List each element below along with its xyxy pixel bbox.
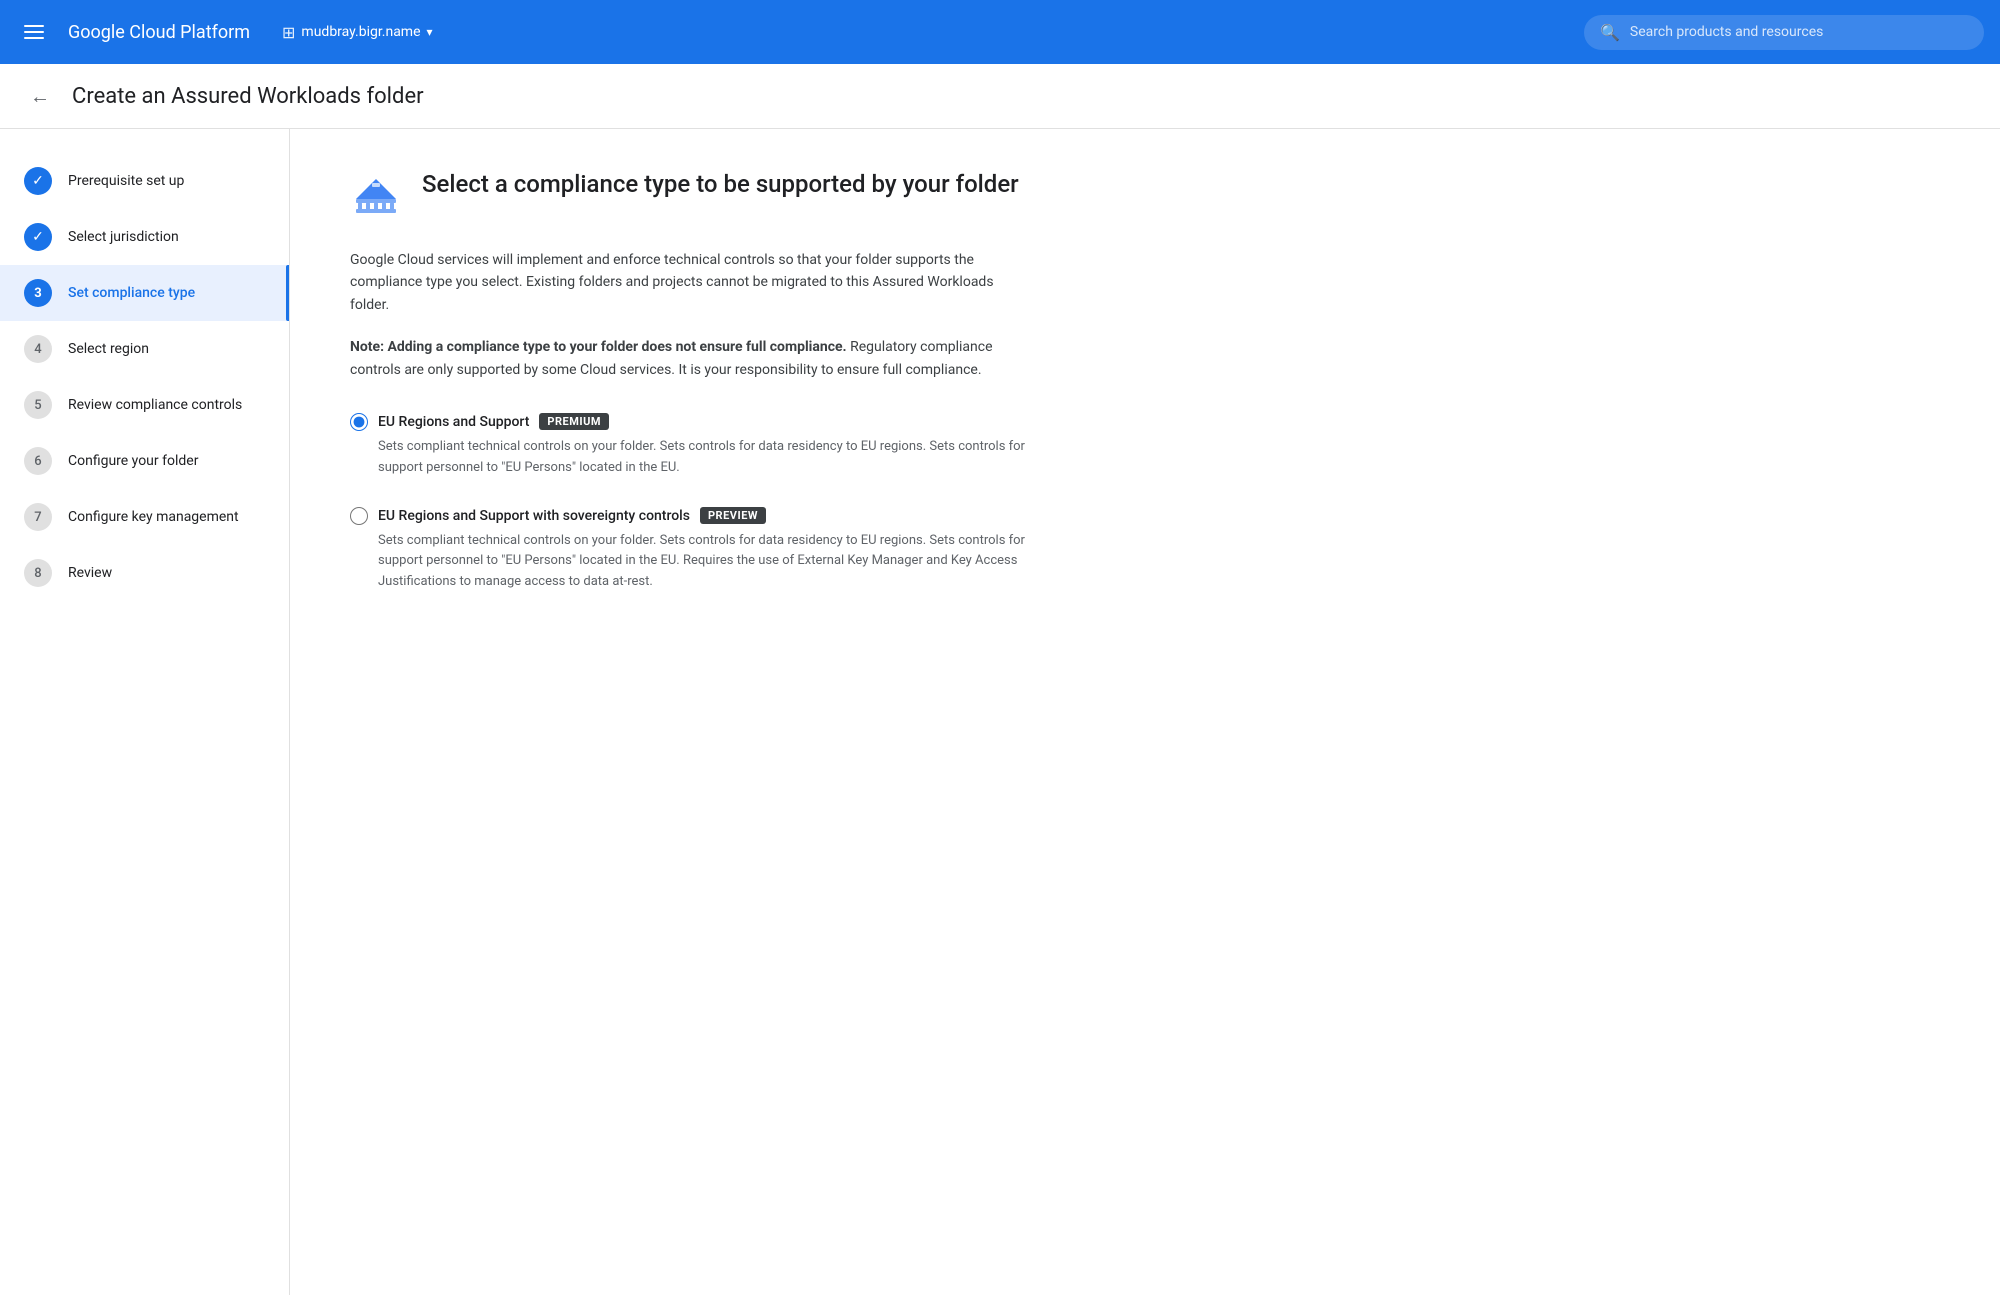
premium-badge: PREMIUM (539, 413, 609, 430)
step-6-circle: 6 (24, 447, 52, 475)
content-section-title: Select a compliance type to be supported… (422, 169, 1019, 200)
sidebar-item-label: Review (68, 565, 112, 581)
sidebar-item-label: Select region (68, 341, 149, 357)
sidebar-item-label: Configure key management (68, 509, 239, 525)
project-selector[interactable]: ⊞ mudbray.bigr.name ▾ (274, 19, 441, 46)
back-button[interactable]: ← (24, 80, 56, 112)
sidebar-item-label: Set compliance type (68, 285, 195, 301)
radio-label-row-2: EU Regions and Support with sovereignty … (350, 507, 1070, 525)
chevron-down-icon: ▾ (427, 25, 433, 39)
step-8-circle: 8 (24, 559, 52, 587)
radio-option-eu-sovereignty: EU Regions and Support with sovereignty … (350, 507, 1070, 593)
radio-label-eu-sovereignty[interactable]: EU Regions and Support with sovereignty … (378, 508, 690, 524)
radio-eu-regions-support[interactable] (350, 413, 368, 431)
radio-label-eu-regions-support[interactable]: EU Regions and Support (378, 414, 529, 430)
step-number: 3 (34, 286, 41, 301)
bank-building-icon (350, 169, 402, 221)
radio-description-eu-regions-support: Sets compliant technical controls on you… (350, 437, 1030, 479)
search-bar[interactable]: 🔍 Search products and resources (1584, 15, 1984, 50)
sidebar-item-configure-key[interactable]: 7 Configure key management (0, 489, 289, 545)
radio-label-row-1: EU Regions and Support PREMIUM (350, 413, 1070, 431)
radio-description-eu-sovereignty: Sets compliant technical controls on you… (350, 531, 1030, 593)
sidebar: ✓ Prerequisite set up ✓ Select jurisdict… (0, 129, 290, 1295)
checkmark-icon: ✓ (32, 173, 44, 189)
sidebar-item-review-controls[interactable]: 5 Review compliance controls (0, 377, 289, 433)
content-area: Select a compliance type to be supported… (290, 129, 2000, 1295)
step-number: 8 (34, 566, 41, 581)
step-number: 6 (34, 454, 41, 469)
step-number: 5 (34, 398, 41, 413)
main-layout: ✓ Prerequisite set up ✓ Select jurisdict… (0, 129, 2000, 1295)
content-header: Select a compliance type to be supported… (350, 169, 1940, 221)
step-4-circle: 4 (24, 335, 52, 363)
step-number: 4 (34, 342, 41, 357)
project-icon: ⊞ (282, 23, 295, 42)
radio-eu-sovereignty[interactable] (350, 507, 368, 525)
sidebar-item-region[interactable]: 4 Select region (0, 321, 289, 377)
note-bold-text: Note: Adding a compliance type to your f… (350, 339, 847, 355)
radio-option-eu-regions-support: EU Regions and Support PREMIUM Sets comp… (350, 413, 1070, 479)
preview-badge: PREVIEW (700, 507, 766, 524)
hamburger-menu-button[interactable] (16, 17, 52, 47)
sidebar-item-jurisdiction[interactable]: ✓ Select jurisdiction (0, 209, 289, 265)
sidebar-item-compliance-type[interactable]: 3 Set compliance type (0, 265, 289, 321)
step-7-circle: 7 (24, 503, 52, 531)
page-title: Create an Assured Workloads folder (72, 84, 424, 109)
step-1-circle: ✓ (24, 167, 52, 195)
sidebar-item-label: Prerequisite set up (68, 173, 184, 189)
note-paragraph: Note: Adding a compliance type to your f… (350, 336, 1030, 381)
sidebar-item-review[interactable]: 8 Review (0, 545, 289, 601)
top-navigation: Google Cloud Platform ⊞ mudbray.bigr.nam… (0, 0, 2000, 64)
sidebar-item-label: Select jurisdiction (68, 229, 179, 245)
sidebar-item-prerequisite[interactable]: ✓ Prerequisite set up (0, 153, 289, 209)
step-number: 7 (34, 510, 41, 525)
sidebar-item-label: Review compliance controls (68, 397, 242, 413)
description-paragraph: Google Cloud services will implement and… (350, 249, 1030, 316)
page-header: ← Create an Assured Workloads folder (0, 64, 2000, 129)
google-cloud-logo: Google Cloud Platform (68, 22, 250, 43)
step-2-circle: ✓ (24, 223, 52, 251)
search-icon: 🔍 (1600, 23, 1620, 42)
step-5-circle: 5 (24, 391, 52, 419)
step-3-circle: 3 (24, 279, 52, 307)
sidebar-item-label: Configure your folder (68, 453, 198, 469)
back-arrow-icon: ← (30, 84, 50, 109)
sidebar-item-configure-folder[interactable]: 6 Configure your folder (0, 433, 289, 489)
checkmark-icon: ✓ (32, 229, 44, 245)
search-placeholder: Search products and resources (1630, 24, 1823, 40)
project-name: mudbray.bigr.name (301, 24, 420, 40)
